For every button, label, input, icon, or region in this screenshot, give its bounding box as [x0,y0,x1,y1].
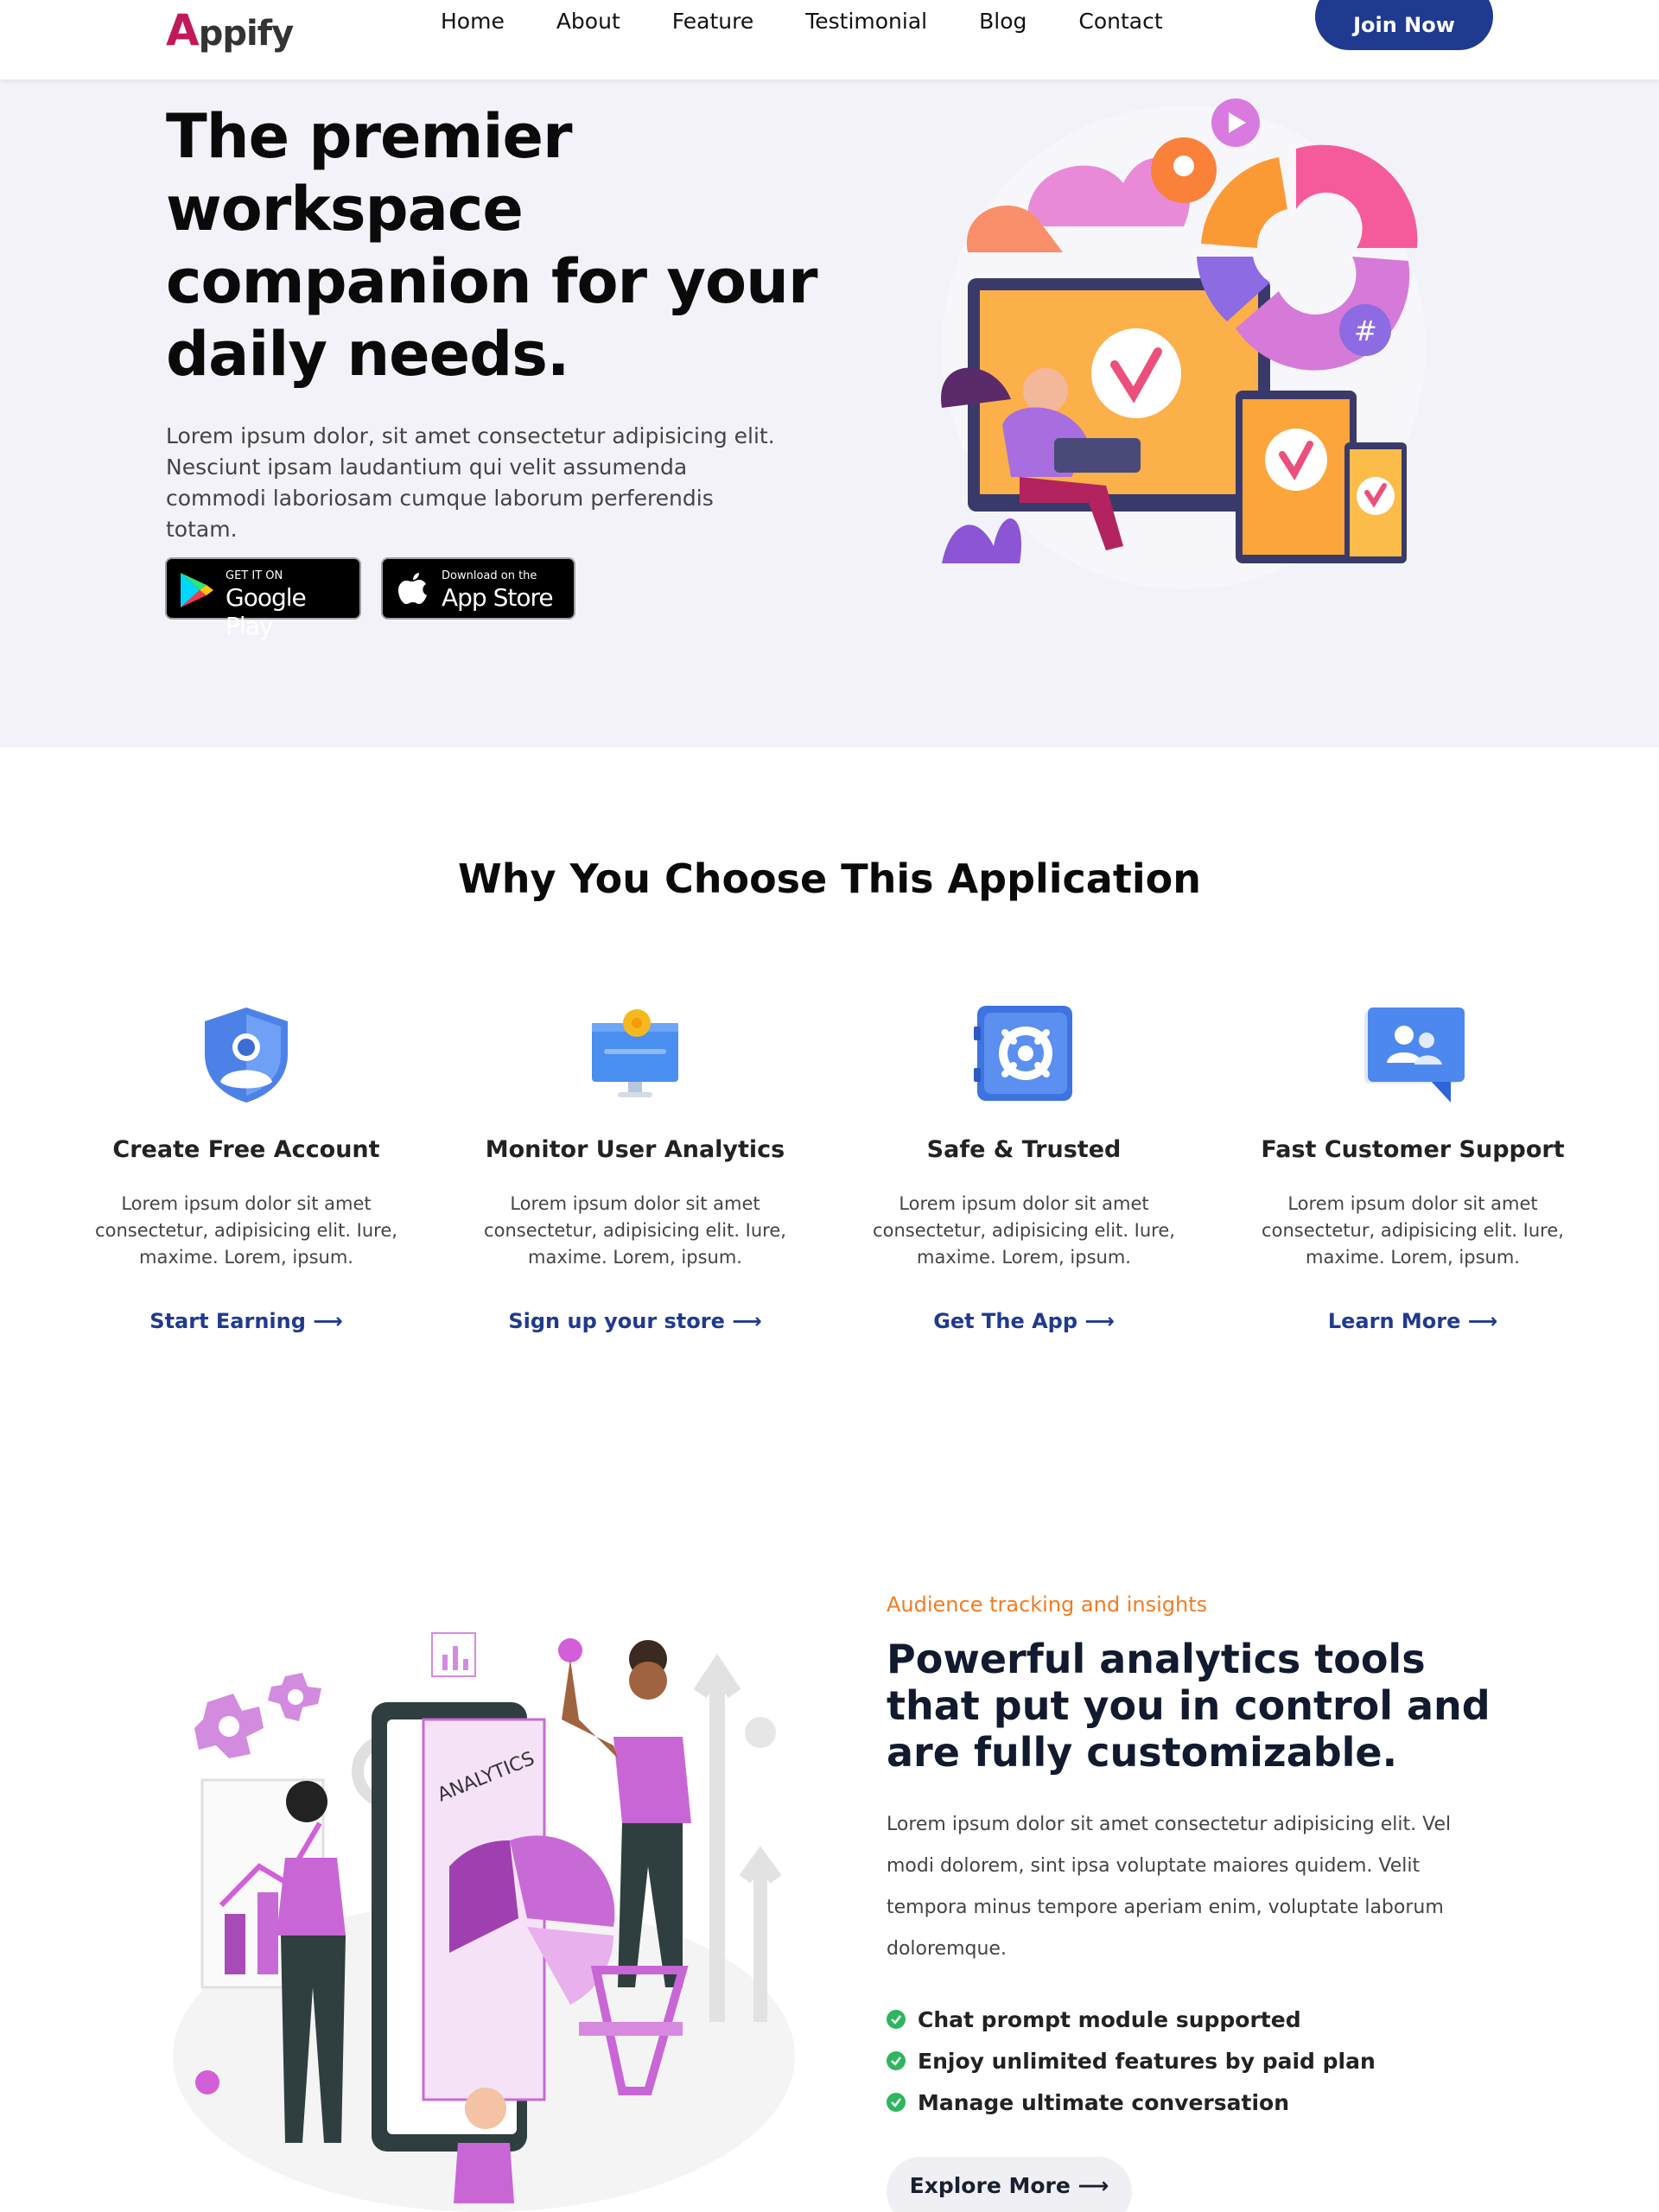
feature-text: Lorem ipsum dolor sit amet consectetur, … [1262,1193,1564,1268]
nav-about[interactable]: About [556,9,620,34]
hero-illustration: # [941,99,1426,589]
analytics-description: Lorem ipsum dolor sit amet consectetur a… [887,1814,1452,1960]
google-play-big: Google Play [226,583,307,640]
logo-mark: A [166,5,200,55]
feature-title: Monitor User Analytics [485,1136,785,1163]
check-circle-icon [887,2010,906,2029]
google-play-button[interactable]: GET IT ON Google Play [165,557,361,640]
check-item-label: Enjoy unlimited features by paid plan [918,2048,1376,2074]
vault-icon [974,1006,1072,1101]
google-play-small: GET IT ON [226,569,283,582]
hero-title: The premier workspace companion for your… [166,101,818,390]
feature-title: Create Free Account [112,1136,380,1163]
learn-more-link[interactable]: Learn More ⟶ [1328,1309,1497,1333]
monitor-icon [592,1009,678,1097]
feature-card-account: Create Free Account Lorem ipsum dolor si… [78,1002,415,1333]
list-item: Enjoy unlimited features by paid plan [887,2040,1376,2082]
feature-card-analytics: Monitor User Analytics Lorem ipsum dolor… [467,1002,804,1333]
nav-testimonial[interactable]: Testimonial [805,9,927,34]
explore-more-button[interactable]: Explore More ⟶ [887,2157,1132,2212]
user-shield-icon [205,1007,288,1103]
check-item-label: Manage ultimate conversation [918,2089,1290,2115]
hero-section: The premier workspace companion for your… [0,79,1659,747]
join-now-button[interactable]: Join Now [1315,0,1493,50]
feature-card-safe: Safe & Trusted Lorem ipsum dolor sit ame… [855,1002,1192,1333]
analytics-title: Powerful analytics tools that put you in… [887,1636,1491,1776]
nav-blog[interactable]: Blog [979,9,1027,34]
feature-card-support: Fast Customer Support Lorem ipsum dolor … [1244,1002,1581,1333]
start-earning-link[interactable]: Start Earning ⟶ [149,1309,342,1333]
check-circle-icon [887,2093,906,2112]
check-item-label: Chat prompt module supported [918,2006,1301,2032]
analytics-eyebrow: Audience tracking and insights [887,1592,1208,1617]
app-store-big: App Store [442,583,554,612]
list-item: Manage ultimate conversation [887,2082,1376,2123]
why-section-title: Why You Choose This Application [458,855,1201,902]
sign-up-store-link[interactable]: Sign up your store ⟶ [508,1309,761,1333]
feature-text: Lorem ipsum dolor sit amet consectetur, … [873,1193,1175,1268]
nav-home[interactable]: Home [441,9,505,34]
feature-title: Safe & Trusted [926,1136,1122,1163]
feature-check-list: Chat prompt module supported Enjoy unlim… [887,1999,1376,2123]
app-store-button[interactable]: Download on the App Store [381,557,575,620]
feature-text: Lorem ipsum dolor sit amet consectetur, … [95,1193,397,1268]
analytics-illustration: ANALYTICS [173,1632,795,2212]
feature-text: Lorem ipsum dolor sit amet consectetur, … [484,1193,786,1268]
google-play-icon [181,573,213,607]
logo-text: ppify [198,14,294,54]
check-circle-icon [887,2051,906,2070]
apple-icon [398,573,427,604]
svg-text:#: # [1354,315,1377,347]
nav-feature[interactable]: Feature [672,9,753,34]
app-store-small: Download on the [442,569,537,582]
feature-title: Fast Customer Support [1261,1136,1565,1163]
get-the-app-link[interactable]: Get The App ⟶ [933,1309,1115,1333]
nav-menu: Home About Feature Testimonial Blog Cont… [441,9,1163,34]
nav-contact[interactable]: Contact [1078,9,1162,34]
list-item: Chat prompt module supported [887,1999,1376,2040]
logo[interactable]: Appify [166,5,294,55]
navbar: Appify Home About Feature Testimonial Bl… [0,0,1659,79]
support-chat-icon [1364,1007,1465,1103]
hero-description: Lorem ipsum dolor, sit amet consectetur … [166,423,775,542]
